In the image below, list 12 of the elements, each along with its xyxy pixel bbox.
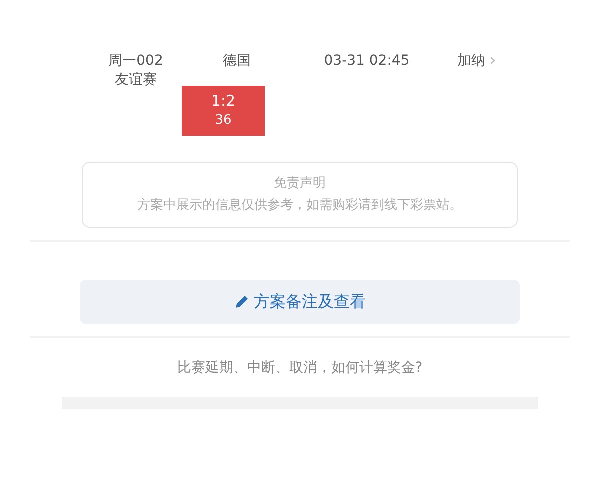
disclaimer-text: 方案中展示的信息仅供参考，如需购彩请到线下彩票站。 — [136, 197, 464, 215]
league-name: 友谊赛 — [114, 71, 158, 90]
away-team: 加纳 — [457, 52, 486, 71]
pencil-icon — [234, 294, 250, 310]
disclaimer-title: 免责声明 — [273, 175, 327, 193]
chevron-icon: › — [489, 52, 497, 90]
match-code: 周一002 — [108, 52, 164, 71]
notes-button[interactable]: 方案备注及查看 — [80, 280, 520, 324]
faq-link[interactable]: 比赛延期、中断、取消，如何计算奖金? — [177, 360, 423, 376]
home-team: 德国 — [223, 53, 251, 69]
match-time: 03-31 02:45 — [324, 53, 410, 69]
result-option[interactable]: 1:2 36 — [182, 86, 265, 136]
